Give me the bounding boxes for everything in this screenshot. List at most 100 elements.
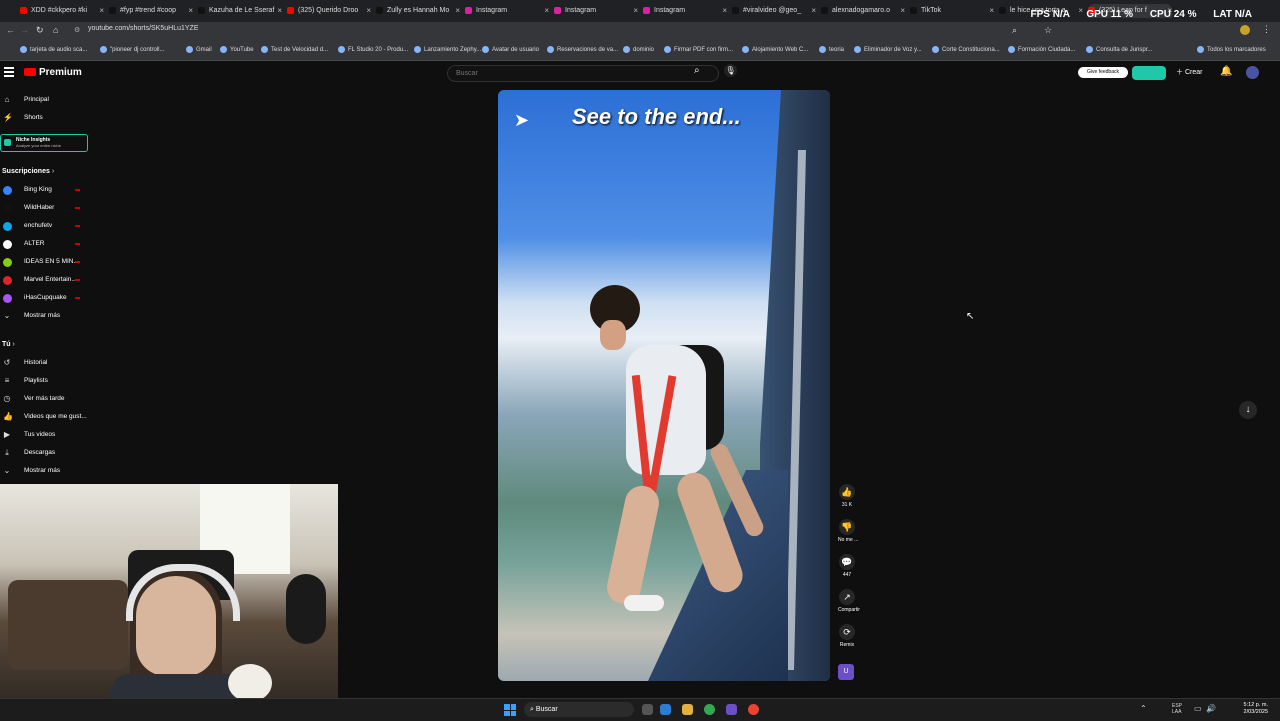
- bookmark-item[interactable]: Todos los marcadores: [1197, 46, 1266, 53]
- remix-button[interactable]: ⟳ Remix: [838, 624, 856, 648]
- tab-close-icon[interactable]: ×: [900, 4, 905, 18]
- tab-close-icon[interactable]: ×: [989, 4, 994, 18]
- profile-avatar[interactable]: [1240, 25, 1250, 35]
- browser-tab[interactable]: alexnadogamaro.o ×: [821, 4, 905, 18]
- sidebar-item-principal[interactable]: ⌂ Principal: [0, 93, 90, 107]
- subscription-item[interactable]: WildHaber: [0, 201, 90, 215]
- subscription-item[interactable]: iHasCupquake: [0, 291, 90, 305]
- browser-tab[interactable]: Instagram ×: [554, 4, 638, 18]
- browser-tab[interactable]: Zully es Hannah Mo ×: [376, 4, 460, 18]
- you-item[interactable]: 👍 Videos que me gust...: [0, 410, 90, 424]
- sound-avatar[interactable]: U: [838, 664, 854, 680]
- language-indicator[interactable]: ESP LAA: [1172, 703, 1182, 715]
- dislike-button[interactable]: 👎 No me ...: [838, 519, 858, 543]
- network-icon[interactable]: ▭: [1194, 704, 1202, 713]
- subscription-item[interactable]: IDEAS EN 5 MIN...: [0, 255, 90, 269]
- app-icon[interactable]: [748, 704, 759, 715]
- bookmark-item[interactable]: Gmail: [186, 46, 212, 53]
- bookmark-item[interactable]: Formación Ciudada...: [1008, 46, 1075, 53]
- tab-close-icon[interactable]: ×: [811, 4, 816, 18]
- niche-insights-panel[interactable]: Niche Insights Analyze your entire niche: [0, 134, 88, 152]
- reload-icon[interactable]: ↻: [36, 25, 44, 36]
- comments-button[interactable]: 💬 447: [838, 554, 856, 578]
- windows-start-icon[interactable]: [504, 704, 516, 716]
- like-button[interactable]: 👍 31 K: [838, 484, 856, 508]
- subscription-item[interactable]: Marvel Entertain...: [0, 273, 90, 287]
- youtube-premium-logo[interactable]: Premium: [24, 67, 82, 78]
- sidebar-item-shorts[interactable]: ⚡ Shorts: [0, 111, 90, 125]
- browser-tab[interactable]: XDD #ckkpero #ki ×: [20, 4, 104, 18]
- tab-close-icon[interactable]: ×: [277, 4, 282, 18]
- show-more-subscriptions[interactable]: ⌄ Mostrar más: [0, 309, 90, 323]
- account-avatar[interactable]: [1246, 66, 1259, 79]
- browser-tab[interactable]: TikTok ×: [910, 4, 994, 18]
- bookmark-item[interactable]: Test de Velocidad d...: [261, 46, 328, 53]
- create-button[interactable]: ＋ Crear: [1176, 67, 1202, 77]
- hamburger-menu-icon[interactable]: [4, 67, 14, 77]
- search-input[interactable]: [454, 69, 688, 78]
- bookmark-item[interactable]: Corte Constituciona...: [932, 46, 1000, 53]
- search-box[interactable]: [447, 65, 719, 82]
- tab-close-icon[interactable]: ×: [455, 4, 460, 18]
- you-heading[interactable]: Tú ›: [2, 341, 15, 348]
- microphone-icon[interactable]: 🎙: [724, 64, 737, 77]
- bookmark-item[interactable]: teoria: [819, 46, 844, 53]
- browser-tab[interactable]: Kazuha de Le Sseraf ×: [198, 4, 282, 18]
- browser-tab[interactable]: #viralvideo @geo_ ×: [732, 4, 816, 18]
- next-video-arrow-icon[interactable]: ↓: [1239, 401, 1257, 419]
- tab-close-icon[interactable]: ×: [99, 4, 104, 18]
- volume-icon[interactable]: 🔊: [1206, 704, 1216, 713]
- taskbar-search[interactable]: ⌕ Buscar: [524, 702, 634, 717]
- shorts-video-player[interactable]: ➤ See to the end...: [498, 90, 830, 681]
- you-item[interactable]: ↺ Historial: [0, 356, 90, 370]
- you-item[interactable]: ◷ Ver más tarde: [0, 392, 90, 406]
- bookmark-item[interactable]: Consulta de Jurispr...: [1086, 46, 1152, 53]
- bookmark-item[interactable]: tarjeta de audio sca...: [20, 46, 87, 53]
- tab-close-icon[interactable]: ×: [188, 4, 193, 18]
- task-view-icon[interactable]: [642, 704, 653, 715]
- chrome-icon[interactable]: [704, 704, 715, 715]
- file-explorer-icon[interactable]: [682, 704, 693, 715]
- notifications-bell-icon[interactable]: 🔔: [1220, 66, 1232, 77]
- subscription-item[interactable]: ALTER: [0, 237, 90, 251]
- bookmark-item[interactable]: Lanzamiento Zephy...: [414, 46, 481, 53]
- zoom-icon[interactable]: ⌕: [1012, 25, 1017, 36]
- bookmark-star-icon[interactable]: ☆: [1044, 25, 1052, 36]
- bookmark-item[interactable]: Firmar PDF con firm...: [664, 46, 733, 53]
- bookmark-item[interactable]: Avatar de usuario: [482, 46, 539, 53]
- tab-close-icon[interactable]: ×: [633, 4, 638, 18]
- give-feedback-button[interactable]: Give feedback: [1078, 67, 1128, 78]
- subscription-item[interactable]: enchufetv: [0, 219, 90, 233]
- browser-menu-icon[interactable]: ⋮: [1262, 24, 1271, 35]
- bookmark-item[interactable]: dominio: [623, 46, 654, 53]
- forward-icon[interactable]: →: [20, 25, 29, 35]
- url-field[interactable]: youtube.com/shorts/SK5uHLu1YZE: [88, 25, 199, 32]
- tab-close-icon[interactable]: ×: [722, 4, 727, 18]
- browser-tab[interactable]: Instagram ×: [465, 4, 549, 18]
- bookmark-item[interactable]: Eliminador de Voz y...: [854, 46, 922, 53]
- site-info-icon[interactable]: ⚙: [74, 26, 80, 34]
- subscription-item[interactable]: Bing King: [0, 183, 90, 197]
- bookmark-item[interactable]: FL Studio 20 - Produ...: [338, 46, 408, 53]
- tab-close-icon[interactable]: ×: [544, 4, 549, 18]
- bookmark-item[interactable]: Reservaciones de va...: [547, 46, 618, 53]
- you-item[interactable]: ▶ Tus videos: [0, 428, 90, 442]
- search-icon[interactable]: ⌕: [694, 65, 700, 76]
- subscriptions-heading[interactable]: Suscripciones ›: [2, 168, 54, 175]
- home-icon[interactable]: ⌂: [53, 25, 58, 35]
- back-icon[interactable]: ←: [6, 25, 15, 35]
- browser-tab[interactable]: (325) Querido Droo ×: [287, 4, 371, 18]
- share-button[interactable]: ↗ Compartir: [838, 589, 860, 613]
- you-item[interactable]: ≡ Playlists: [0, 374, 90, 388]
- tray-expand-icon[interactable]: ⌃: [1140, 704, 1147, 713]
- edge-icon[interactable]: [660, 704, 671, 715]
- bookmark-item[interactable]: Alojamiento Web C...: [742, 46, 808, 53]
- bookmark-item[interactable]: "pioneer dj controll...: [100, 46, 165, 53]
- browser-tab[interactable]: Instagram ×: [643, 4, 727, 18]
- browser-tab[interactable]: #fyp #trend #coop ×: [109, 4, 193, 18]
- discord-icon[interactable]: [726, 704, 737, 715]
- bookmark-item[interactable]: YouTube: [220, 46, 254, 53]
- system-clock[interactable]: 5:12 p. m. 2/03/2025: [1244, 702, 1268, 716]
- tab-close-icon[interactable]: ×: [366, 4, 371, 18]
- you-item[interactable]: ⌄ Mostrar más: [0, 464, 90, 478]
